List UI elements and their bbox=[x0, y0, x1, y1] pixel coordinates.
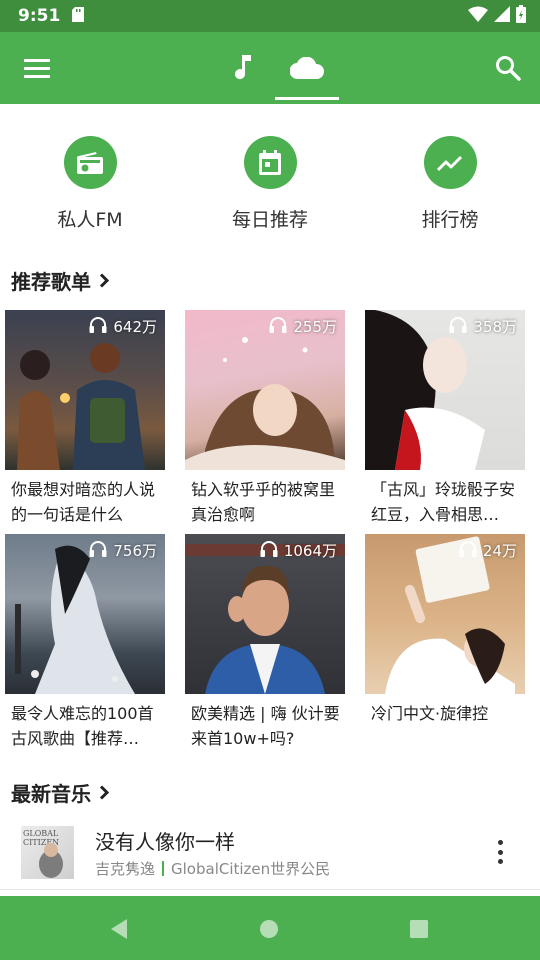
headphones-icon bbox=[449, 316, 467, 337]
play-count: 1064万 bbox=[260, 540, 337, 561]
song-title: 没有人像你一样 bbox=[95, 830, 235, 854]
separator bbox=[162, 861, 165, 876]
discover-content[interactable]: 私人FM 每日推荐 排行榜 推荐歌单 642万 你最想对暗恋的人说的一句话是什么… bbox=[0, 104, 540, 896]
wifi-icon bbox=[468, 6, 488, 26]
play-count-value: 24万 bbox=[482, 542, 517, 560]
headphones-icon bbox=[269, 316, 287, 337]
play-count: 756万 bbox=[89, 540, 157, 561]
playlist-card[interactable]: 24万 冷门中文·旋律控 bbox=[365, 534, 525, 751]
playlist-cover: 24万 bbox=[365, 534, 525, 694]
headphones-icon bbox=[89, 316, 107, 337]
headphones-icon bbox=[459, 540, 477, 561]
chevron-right-icon bbox=[99, 781, 110, 805]
song-row[interactable]: GLOBAL CITIZEN 没有人像你一样 吉克隽逸 GlobalCitize… bbox=[0, 814, 540, 890]
playlist-cover: 1064万 bbox=[185, 534, 345, 694]
playlist-cover: 255万 bbox=[185, 310, 345, 470]
chevron-right-icon bbox=[99, 269, 110, 293]
play-count-value: 756万 bbox=[113, 542, 157, 560]
quick-action-label: 每日推荐 bbox=[231, 209, 308, 231]
play-count-value: 358万 bbox=[473, 318, 517, 336]
battery-icon bbox=[516, 5, 526, 27]
app-bar bbox=[0, 32, 540, 104]
home-icon[interactable] bbox=[256, 916, 282, 942]
playlist-card[interactable]: 642万 你最想对暗恋的人说的一句话是什么 bbox=[5, 310, 165, 527]
album-cover: GLOBAL CITIZEN bbox=[21, 826, 74, 879]
playlist-cover: 756万 bbox=[5, 534, 165, 694]
search-icon[interactable] bbox=[492, 52, 524, 84]
quick-action-label: 排行榜 bbox=[421, 209, 479, 231]
radio-icon bbox=[63, 136, 117, 189]
status-bar: 9:51 bbox=[0, 0, 540, 32]
quick-action-fm[interactable]: 私人FM bbox=[20, 136, 160, 232]
quick-actions: 私人FM 每日推荐 排行榜 bbox=[0, 136, 540, 236]
playlist-card[interactable]: 255万 钻入软乎乎的被窝里真治愈啊 bbox=[185, 310, 345, 527]
quick-action-label: 私人FM bbox=[57, 209, 123, 231]
song-artist: 吉克隽逸 bbox=[95, 860, 156, 878]
section-title: 最新音乐 bbox=[11, 782, 91, 806]
menu-icon[interactable] bbox=[22, 54, 52, 82]
status-time: 9:51 bbox=[18, 6, 61, 26]
sd-card-icon bbox=[72, 6, 85, 26]
playlist-title: 「古风」玲珑骰子安红豆，入骨相思… bbox=[371, 480, 516, 524]
playlist-title: 最令人难忘的100首古风歌曲【推荐… bbox=[11, 704, 154, 748]
playlist-card[interactable]: 1064万 欧美精选 | 嗨 伙计要来首10w+吗? bbox=[185, 534, 345, 751]
play-count: 255万 bbox=[269, 316, 337, 337]
song-album: GlobalCitizen世界公民 bbox=[171, 860, 331, 878]
play-count-value: 1064万 bbox=[283, 542, 337, 560]
system-nav-bar bbox=[0, 896, 540, 960]
music-note-icon[interactable] bbox=[226, 52, 260, 84]
play-count: 358万 bbox=[449, 316, 517, 337]
signal-icon bbox=[494, 6, 510, 26]
play-count-value: 642万 bbox=[113, 318, 157, 336]
playlist-cover: 358万 bbox=[365, 310, 525, 470]
cloud-icon[interactable] bbox=[288, 52, 326, 84]
headphones-icon bbox=[260, 540, 278, 561]
playlist-card[interactable]: 358万 「古风」玲珑骰子安红豆，入骨相思… bbox=[365, 310, 525, 527]
quick-action-daily[interactable]: 每日推荐 bbox=[200, 136, 340, 232]
section-title: 推荐歌单 bbox=[11, 270, 91, 294]
song-meta: 吉克隽逸 GlobalCitizen世界公民 bbox=[95, 858, 330, 879]
playlist-title: 冷门中文·旋律控 bbox=[371, 704, 489, 723]
playlist-title: 你最想对暗恋的人说的一句话是什么 bbox=[11, 480, 156, 524]
play-count: 642万 bbox=[89, 316, 157, 337]
headphones-icon bbox=[89, 540, 107, 561]
calendar-icon bbox=[243, 136, 297, 189]
playlist-cover: 642万 bbox=[5, 310, 165, 470]
playlist-card[interactable]: 756万 最令人难忘的100首古风歌曲【推荐… bbox=[5, 534, 165, 751]
playlist-title: 欧美精选 | 嗨 伙计要来首10w+吗? bbox=[191, 704, 340, 748]
trending-icon bbox=[423, 136, 477, 189]
play-count: 24万 bbox=[459, 540, 517, 561]
recents-icon[interactable] bbox=[406, 916, 432, 942]
latest-music-header[interactable]: 最新音乐 bbox=[11, 778, 110, 807]
playlist-title: 钻入软乎乎的被窝里真治愈啊 bbox=[191, 480, 336, 524]
back-icon[interactable] bbox=[106, 916, 132, 942]
play-count-value: 255万 bbox=[293, 318, 337, 336]
active-tab-indicator bbox=[275, 97, 339, 100]
more-options-icon[interactable] bbox=[490, 840, 510, 864]
quick-action-rank[interactable]: 排行榜 bbox=[380, 136, 520, 232]
recommended-playlists-header[interactable]: 推荐歌单 bbox=[11, 266, 110, 295]
